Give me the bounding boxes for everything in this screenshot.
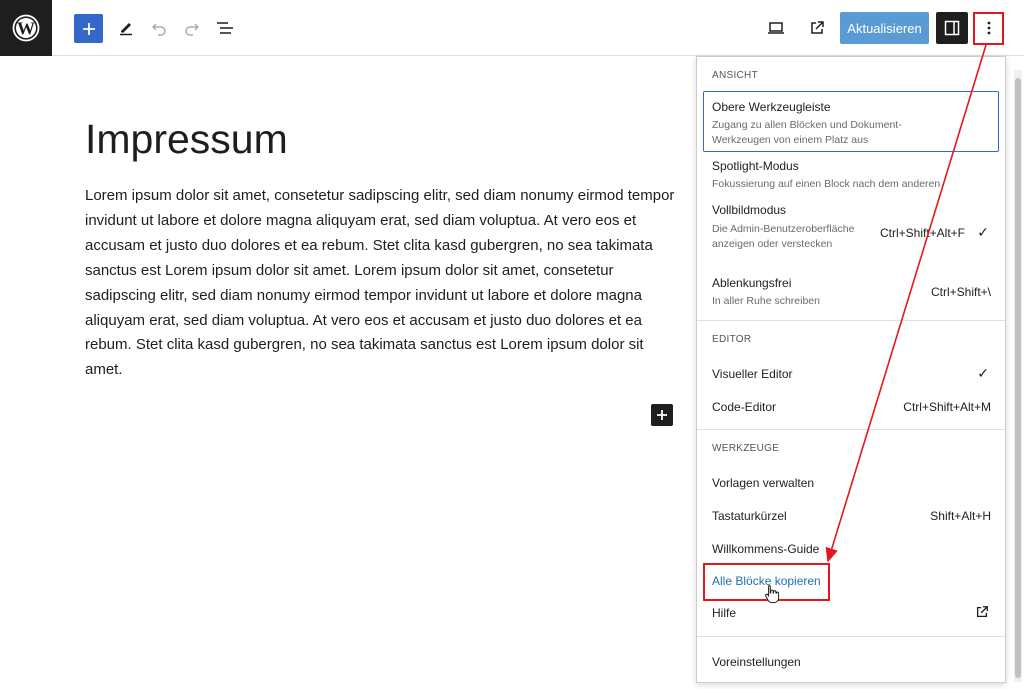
hand-cursor-icon <box>765 584 780 604</box>
annotation-arrow <box>825 44 987 563</box>
